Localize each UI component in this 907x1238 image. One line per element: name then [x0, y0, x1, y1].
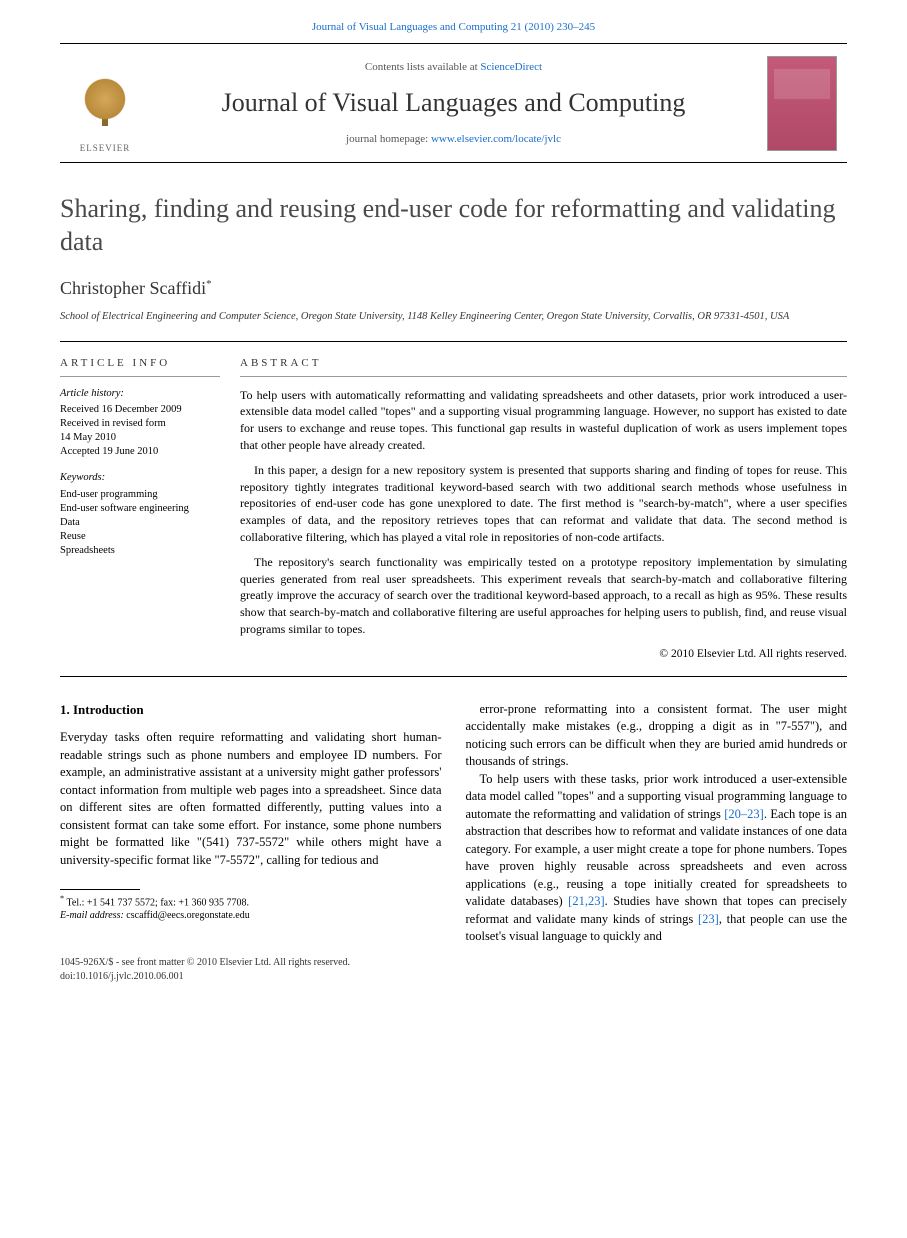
footnote-email: E-mail address: cscaffid@eecs.oregonstat… [60, 909, 442, 922]
body-para: To help users with these tasks, prior wo… [466, 771, 848, 946]
section-heading: 1. Introduction [60, 701, 442, 719]
history-line: Received in revised form [60, 417, 220, 431]
journal-homepage-link[interactable]: www.elsevier.com/locate/jvlc [431, 133, 561, 145]
body-para: error-prone reformatting into a consiste… [466, 701, 848, 771]
keywords-block: Keywords: End-user programming End-user … [60, 471, 220, 558]
history-line: Accepted 19 June 2010 [60, 445, 220, 459]
keywords-label: Keywords: [60, 471, 220, 485]
footer-doi: doi:10.1016/j.jvlc.2010.06.001 [60, 970, 847, 984]
history-line: 14 May 2010 [60, 431, 220, 445]
body-columns: 1. Introduction Everyday tasks often req… [60, 701, 847, 946]
footnote-star: * [60, 894, 64, 903]
journal-masthead: ELSEVIER Contents lists available at Sci… [60, 43, 847, 163]
abstract-para: To help users with automatically reforma… [240, 387, 847, 454]
contents-prefix: Contents lists available at [365, 61, 480, 73]
article-title: Sharing, finding and reusing end-user co… [60, 193, 847, 258]
publisher-logo-area: ELSEVIER [60, 44, 150, 162]
article: Sharing, finding and reusing end-user co… [0, 193, 907, 945]
abstract-para: In this paper, a design for a new reposi… [240, 462, 847, 546]
elsevier-tree-icon [75, 78, 135, 138]
body-para: Everyday tasks often require reformattin… [60, 729, 442, 869]
publisher-name: ELSEVIER [80, 142, 131, 155]
keyword: Reuse [60, 530, 220, 544]
header-citation-link[interactable]: Journal of Visual Languages and Computin… [312, 21, 595, 33]
keyword: End-user software engineering [60, 502, 220, 516]
footnote-tel-text: Tel.: +1 541 737 5572; fax: +1 360 935 7… [67, 897, 250, 908]
homepage-prefix: journal homepage: [346, 133, 431, 145]
elsevier-logo-icon: ELSEVIER [69, 64, 141, 154]
keyword: Spreadsheets [60, 544, 220, 558]
info-abstract-block: ARTICLE INFO Article history: Received 1… [60, 341, 847, 677]
keyword: Data [60, 516, 220, 530]
running-header: Journal of Visual Languages and Computin… [0, 0, 907, 43]
author-name: Christopher Scaffidi [60, 278, 206, 298]
history-label: Article history: [60, 387, 220, 401]
abstract-text: To help users with automatically reforma… [240, 387, 847, 638]
article-info-column: ARTICLE INFO Article history: Received 1… [60, 356, 240, 662]
footnote-email-label: E-mail address: [60, 910, 124, 921]
homepage-line: journal homepage: www.elsevier.com/locat… [346, 132, 561, 147]
abstract-copyright: © 2010 Elsevier Ltd. All rights reserved… [240, 646, 847, 662]
article-history: Article history: Received 16 December 20… [60, 387, 220, 460]
page-footer: 1045-926X/$ - see front matter © 2010 El… [0, 946, 907, 1004]
footnote-rule [60, 889, 140, 890]
reference-link[interactable]: [21,23] [568, 894, 604, 908]
sciencedirect-link[interactable]: ScienceDirect [480, 61, 542, 73]
footnote-email-value: cscaffid@eecs.oregonstate.edu [126, 910, 249, 921]
cover-thumbnail-area [757, 44, 847, 162]
journal-cover-icon [767, 56, 837, 151]
contents-available-line: Contents lists available at ScienceDirec… [365, 60, 542, 75]
footnote-tel: * Tel.: +1 541 737 5572; fax: +1 360 935… [60, 894, 442, 909]
masthead-center: Contents lists available at ScienceDirec… [150, 44, 757, 162]
journal-name: Journal of Visual Languages and Computin… [222, 85, 686, 121]
footnote-block: * Tel.: +1 541 737 5572; fax: +1 360 935… [60, 889, 442, 922]
history-line: Received 16 December 2009 [60, 403, 220, 417]
corresponding-marker: * [206, 278, 212, 290]
affiliation: School of Electrical Engineering and Com… [60, 310, 847, 324]
author-line: Christopher Scaffidi* [60, 276, 847, 301]
keyword: End-user programming [60, 488, 220, 502]
article-info-heading: ARTICLE INFO [60, 356, 220, 376]
footer-copyright: 1045-926X/$ - see front matter © 2010 El… [60, 956, 847, 970]
abstract-para: The repository's search functionality wa… [240, 554, 847, 638]
abstract-column: ABSTRACT To help users with automaticall… [240, 356, 847, 662]
reference-link[interactable]: [23] [698, 912, 719, 926]
abstract-heading: ABSTRACT [240, 356, 847, 376]
reference-link[interactable]: [20–23] [724, 807, 764, 821]
